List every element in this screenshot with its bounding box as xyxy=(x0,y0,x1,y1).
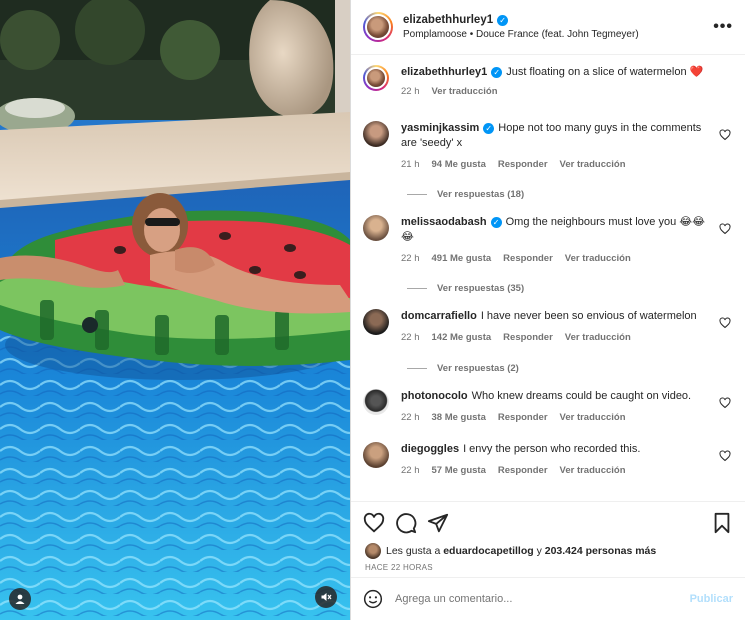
translate-link[interactable]: Ver traducción xyxy=(565,253,631,264)
author-avatar[interactable] xyxy=(363,12,393,42)
user-tag-icon[interactable] xyxy=(9,588,31,610)
post-timestamp[interactable]: HACE 22 HORAS xyxy=(351,559,745,577)
translate-link[interactable]: Ver traducción xyxy=(560,465,626,476)
instagram-post-modal: elizabethhurley1 ✓ Pomplamoose • Douce F… xyxy=(0,0,745,620)
comment-text: I envy the person who recorded this. xyxy=(463,443,641,455)
likes-summary[interactable]: Les gusta a eduardocapetillog y 203.424 … xyxy=(351,543,745,559)
comment-item: diegoggles I envy the person who recorded… xyxy=(363,442,733,488)
likes-conjunction: y xyxy=(536,545,542,557)
add-comment-bar: Publicar xyxy=(351,577,745,620)
replies-label[interactable]: Ver respuestas (18) xyxy=(437,189,524,200)
likes-prefix: Les gusta a xyxy=(386,545,441,557)
comments-list: elizabethhurley1 ✓ Just floating on a slic… xyxy=(351,55,745,501)
comment-text: Who knew dreams could be caught on video… xyxy=(471,390,692,402)
post-actions-bar xyxy=(351,501,745,543)
replies-label[interactable]: Ver respuestas (35) xyxy=(437,283,524,294)
reply-button[interactable]: Responder xyxy=(498,465,548,476)
post-button[interactable]: Publicar xyxy=(690,593,733,605)
comment-time[interactable]: 22 h xyxy=(401,412,420,423)
comment-input[interactable] xyxy=(395,593,690,605)
comment-item: yasminjkassim ✓ Hope not too many guys in … xyxy=(363,121,733,173)
comment-time[interactable]: 21 h xyxy=(401,159,420,170)
heart-icon[interactable] xyxy=(719,397,731,409)
liker-avatar[interactable] xyxy=(365,543,381,559)
liker-username[interactable]: eduardocapetillog xyxy=(443,545,533,557)
reply-button[interactable]: Responder xyxy=(503,332,553,343)
post-side-panel: elizabethhurley1 ✓ Pomplamoose • Douce F… xyxy=(350,0,745,620)
post-caption: elizabethhurley1 ✓ Just floating on a slic… xyxy=(363,65,733,121)
commenter-avatar[interactable] xyxy=(363,121,389,147)
commenter-avatar[interactable] xyxy=(363,389,389,415)
comment-item: domcarrafiello I have never been so envio… xyxy=(363,309,733,347)
heart-icon[interactable] xyxy=(719,129,731,141)
commenter-avatar[interactable] xyxy=(363,309,389,335)
emoji-icon[interactable] xyxy=(363,589,383,609)
audio-track[interactable]: Pomplamoose • Douce France (feat. John T… xyxy=(403,29,713,40)
comment-likes[interactable]: 142 Me gusta xyxy=(432,332,492,343)
comment-item: melissaodabash ✓ Omg the neighbours must l… xyxy=(363,215,733,267)
caption-text: Just floating on a slice of watermelon ❤… xyxy=(506,66,704,78)
view-replies-button[interactable]: Ver respuestas (35) xyxy=(407,267,733,309)
share-icon[interactable] xyxy=(427,512,449,534)
pool-scene-image xyxy=(0,0,350,620)
reply-button[interactable]: Responder xyxy=(498,159,548,170)
comment-time[interactable]: 22 h xyxy=(401,332,420,343)
comment-username[interactable]: melissaodabash xyxy=(401,216,487,228)
comment-likes[interactable]: 94 Me gusta xyxy=(432,159,486,170)
comment-icon[interactable] xyxy=(395,512,417,534)
more-icon[interactable]: ••• xyxy=(713,18,733,36)
comment-item: photonocolo Who knew dreams could be caug… xyxy=(363,389,733,442)
comment-likes[interactable]: 57 Me gusta xyxy=(432,465,486,476)
mute-icon[interactable] xyxy=(315,586,337,608)
commenter-avatar[interactable] xyxy=(363,442,389,468)
commenter-avatar[interactable] xyxy=(363,215,389,241)
post-video[interactable] xyxy=(0,0,350,620)
view-replies-button[interactable]: Ver respuestas (18) xyxy=(407,173,733,215)
verified-badge-icon: ✓ xyxy=(491,67,503,78)
caption-username[interactable]: elizabethhurley1 xyxy=(401,66,487,78)
caption-time[interactable]: 22 h xyxy=(401,86,420,97)
bookmark-icon[interactable] xyxy=(711,512,733,534)
verified-badge-icon: ✓ xyxy=(497,14,509,26)
comment-username[interactable]: diegoggles xyxy=(401,443,459,455)
heart-icon[interactable] xyxy=(363,512,385,534)
comment-time[interactable]: 22 h xyxy=(401,465,420,476)
likes-count[interactable]: 203.424 personas más xyxy=(545,545,657,557)
comment-text: I have never been so envious of watermel… xyxy=(480,310,697,322)
reply-button[interactable]: Responder xyxy=(503,253,553,264)
view-replies-button[interactable]: Ver respuestas (2) xyxy=(407,347,733,389)
heart-icon[interactable] xyxy=(719,450,731,462)
comment-username[interactable]: photonocolo xyxy=(401,390,468,402)
verified-badge-icon: ✓ xyxy=(490,217,502,228)
heart-icon[interactable] xyxy=(719,223,731,235)
caption-avatar[interactable] xyxy=(363,65,389,91)
translate-link[interactable]: Ver traducción xyxy=(560,159,626,170)
translate-link[interactable]: Ver traducción xyxy=(560,412,626,423)
comment-likes[interactable]: 491 Me gusta xyxy=(432,253,492,264)
reply-button[interactable]: Responder xyxy=(498,412,548,423)
comment-username[interactable]: yasminjkassim xyxy=(401,122,479,134)
verified-badge-icon: ✓ xyxy=(483,123,495,134)
translate-link[interactable]: Ver traducción xyxy=(432,86,498,97)
replies-label[interactable]: Ver respuestas (2) xyxy=(437,363,519,374)
comment-username[interactable]: domcarrafiello xyxy=(401,310,477,322)
author-username[interactable]: elizabethhurley1 xyxy=(403,14,493,26)
post-header: elizabethhurley1 ✓ Pomplamoose • Douce F… xyxy=(351,0,745,55)
heart-icon[interactable] xyxy=(719,317,731,329)
comment-likes[interactable]: 38 Me gusta xyxy=(432,412,486,423)
comment-time[interactable]: 22 h xyxy=(401,253,420,264)
translate-link[interactable]: Ver traducción xyxy=(565,332,631,343)
